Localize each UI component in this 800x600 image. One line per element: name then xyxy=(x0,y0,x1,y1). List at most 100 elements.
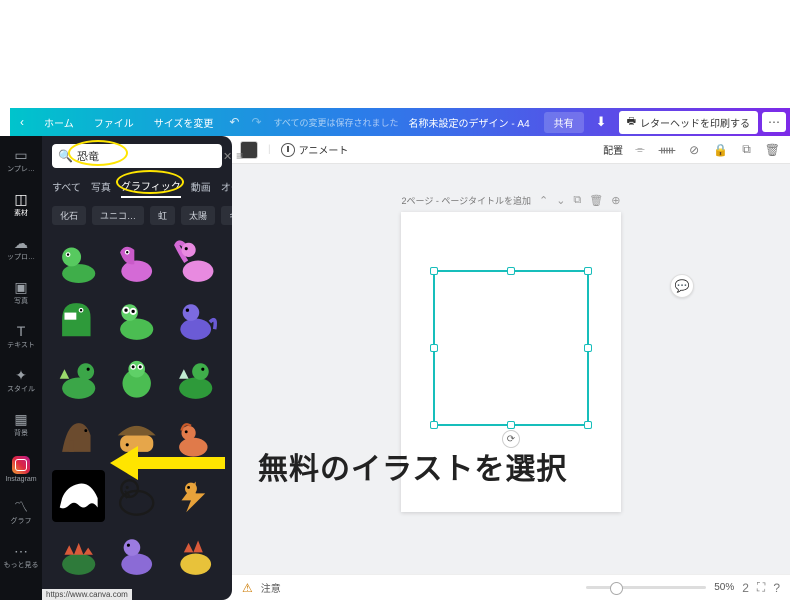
undo-button[interactable]: ↶ xyxy=(223,115,245,129)
page-down-icon[interactable]: ⌄ xyxy=(556,194,565,207)
result-item[interactable] xyxy=(111,470,164,523)
resize-menu[interactable]: サイズを変更 xyxy=(144,115,224,130)
tab-photos[interactable]: 写真 xyxy=(91,179,111,197)
tab-graphics[interactable]: グラフィック xyxy=(121,178,181,198)
page-title-input[interactable]: 2ページ - ページタイトルを追加 xyxy=(402,194,531,207)
rail-more[interactable]: ⋯もっと見る xyxy=(0,536,42,578)
resize-handle[interactable] xyxy=(430,344,438,352)
rail-elements[interactable]: ◫素材 xyxy=(0,184,42,226)
transparency-icon[interactable]: ⌯ xyxy=(633,142,647,157)
warning-icon[interactable]: ⚠ xyxy=(242,581,253,595)
animate-button[interactable]: アニメート xyxy=(281,142,349,157)
result-item[interactable] xyxy=(52,470,105,523)
redo-button[interactable]: ↷ xyxy=(245,115,267,129)
printer-icon: 🖶 xyxy=(627,114,636,131)
download-button[interactable]: ⬇ xyxy=(588,114,615,130)
canvas-area[interactable]: 2ページ - ページタイトルを追加 ⌃ ⌄ ⧉ 🗑 ⊕ ⟳ 💬 xyxy=(232,164,790,574)
chip-sun[interactable]: 太陽 xyxy=(181,206,215,225)
chart-icon: 〽 xyxy=(14,500,28,514)
result-item[interactable] xyxy=(52,235,105,288)
rail-photos[interactable]: ▣写真 xyxy=(0,272,42,314)
result-item[interactable] xyxy=(111,411,164,464)
resize-handle[interactable] xyxy=(584,344,592,352)
result-item[interactable] xyxy=(111,294,164,347)
resize-handle[interactable] xyxy=(507,267,515,275)
link-icon[interactable]: ⊘ xyxy=(687,143,701,157)
resize-handle[interactable] xyxy=(584,267,592,275)
results-grid xyxy=(52,235,222,581)
clear-search-icon[interactable]: ✕ xyxy=(223,150,232,163)
resize-handle[interactable] xyxy=(507,421,515,429)
result-item[interactable] xyxy=(169,528,222,581)
crop-icon[interactable]: ᚔ xyxy=(657,143,677,157)
lock-icon[interactable]: 🔒 xyxy=(711,143,730,157)
home-button[interactable]: ホーム xyxy=(34,115,84,130)
comment-button[interactable]: 💬 xyxy=(670,274,694,298)
chip-rainbow[interactable]: 虹 xyxy=(150,206,175,225)
share-button[interactable]: 共有 xyxy=(544,112,584,133)
resize-handle[interactable] xyxy=(584,421,592,429)
duplicate-icon[interactable]: ⧉ xyxy=(740,142,753,157)
page-count-indicator[interactable]: 2 xyxy=(742,581,749,595)
rail-background[interactable]: ▦背景 xyxy=(0,404,42,446)
result-item[interactable] xyxy=(111,235,164,288)
result-item[interactable] xyxy=(52,294,105,347)
category-tabs: すべて 写真 グラフィック 動画 オー… › xyxy=(52,178,222,198)
rail-templates[interactable]: ▭ンプレ… xyxy=(0,140,42,182)
file-menu[interactable]: ファイル xyxy=(84,115,144,130)
print-button[interactable]: 🖶 レターヘッドを印刷する xyxy=(619,111,758,134)
suggestion-chips: 化石 ユニコ… 虹 太陽 キリン › xyxy=(52,206,222,225)
delete-page-icon[interactable]: 🗑 xyxy=(589,194,603,207)
document-title[interactable]: 名称未設定のデザイン - A4 xyxy=(399,115,540,130)
result-item[interactable] xyxy=(169,294,222,347)
result-item[interactable] xyxy=(169,352,222,405)
selection-frame[interactable]: ⟳ xyxy=(433,270,589,426)
upload-icon: ☁ xyxy=(14,236,28,250)
result-item[interactable] xyxy=(111,528,164,581)
search-filter-icon[interactable]: ≡ xyxy=(236,149,243,163)
result-item[interactable] xyxy=(52,411,105,464)
help-icon[interactable]: ? xyxy=(773,581,780,595)
page-header: 2ページ - ページタイトルを追加 ⌃ ⌄ ⧉ 🗑 ⊕ xyxy=(402,194,621,207)
resize-handle[interactable] xyxy=(430,267,438,275)
rail-charts[interactable]: 〽グラフ xyxy=(0,492,42,534)
print-label: レターヘッドを印刷する xyxy=(640,115,750,130)
styles-icon: ✦ xyxy=(15,368,27,382)
result-item[interactable] xyxy=(52,528,105,581)
page-up-icon[interactable]: ⌃ xyxy=(539,194,548,207)
duplicate-page-icon[interactable]: ⧉ xyxy=(573,194,581,207)
resize-handle[interactable] xyxy=(430,421,438,429)
chip-unicorn[interactable]: ユニコ… xyxy=(92,206,144,225)
instagram-icon xyxy=(12,456,30,474)
annotation-text: 無料のイラストを選択 xyxy=(258,444,567,488)
rail-instagram[interactable]: Instagram xyxy=(0,448,42,490)
result-item[interactable] xyxy=(111,352,164,405)
app-root: ‹ ホーム ファイル サイズを変更 ↶ ↷ すべての変更は保存されました 名称未… xyxy=(0,108,800,600)
more-menu-button[interactable]: ⋯ xyxy=(762,112,786,132)
delete-icon[interactable]: 🗑 xyxy=(763,143,782,157)
chip-fossil[interactable]: 化石 xyxy=(52,206,86,225)
rail-styles[interactable]: ✦スタイル xyxy=(0,360,42,402)
result-item[interactable] xyxy=(169,470,222,523)
add-page-icon[interactable]: ⊕ xyxy=(611,194,620,207)
position-button[interactable]: 配置 xyxy=(603,142,623,157)
back-button[interactable]: ‹ xyxy=(10,115,34,129)
rail-text[interactable]: Tテキスト xyxy=(0,316,42,358)
animate-label: アニメート xyxy=(299,142,349,157)
search-icon: 🔍 xyxy=(58,149,73,163)
elements-icon: ◫ xyxy=(14,192,27,206)
tab-all[interactable]: すべて xyxy=(52,179,81,197)
tab-video[interactable]: 動画 xyxy=(191,179,211,197)
zoom-slider[interactable] xyxy=(586,586,706,589)
result-item[interactable] xyxy=(169,411,222,464)
result-item[interactable] xyxy=(52,352,105,405)
rail-uploads[interactable]: ☁ップロ… xyxy=(0,228,42,270)
notes-button[interactable]: 注意 xyxy=(261,580,281,595)
result-item[interactable] xyxy=(169,235,222,288)
search-box[interactable]: 🔍 ✕ ≡ xyxy=(52,144,222,168)
search-input[interactable] xyxy=(77,150,219,162)
text-icon: T xyxy=(17,324,26,338)
fullscreen-icon[interactable]: ⛶ xyxy=(757,580,765,595)
zoom-level[interactable]: 50% xyxy=(714,582,734,593)
status-url: https://www.canva.com xyxy=(42,589,132,600)
